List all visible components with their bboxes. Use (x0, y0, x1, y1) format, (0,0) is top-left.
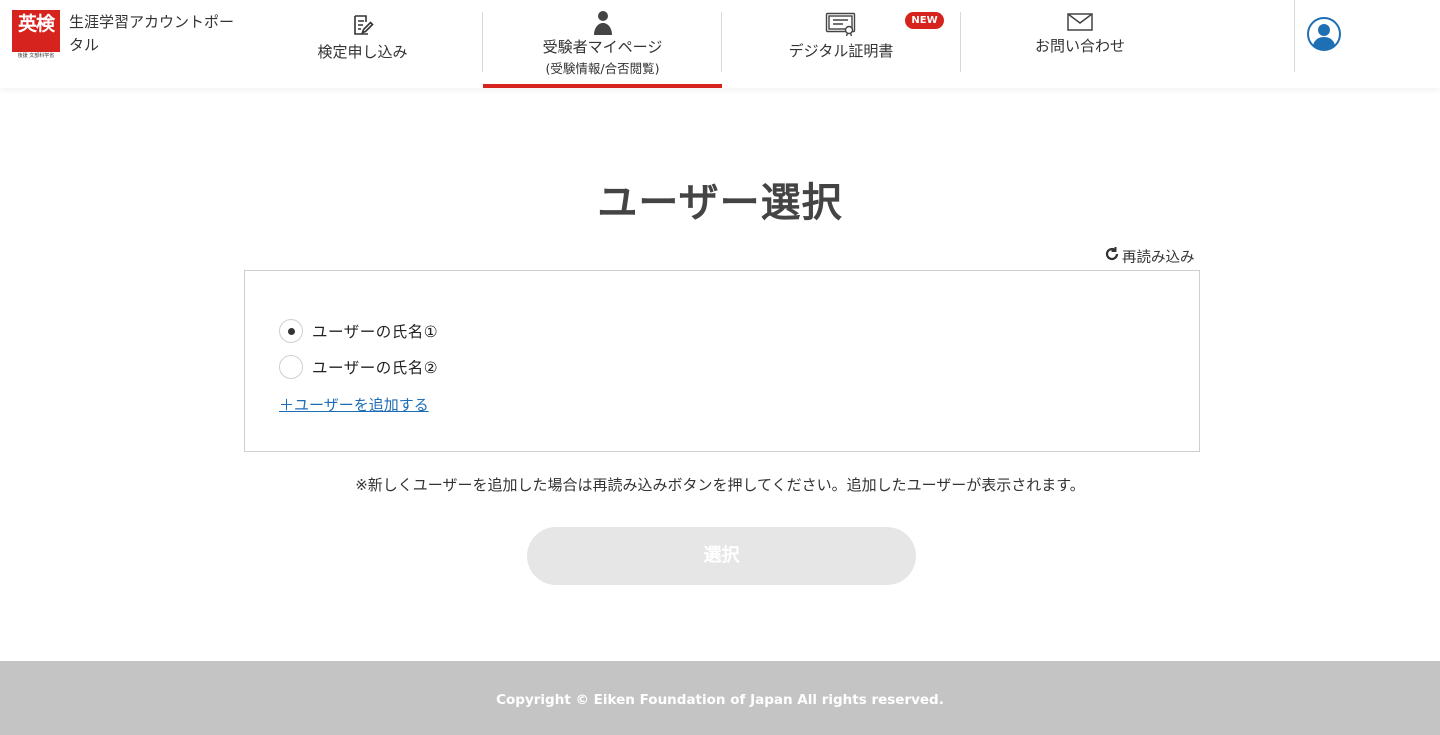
nav-apply-exam[interactable]: 検定申し込み (243, 0, 482, 88)
nav-label: 受験者マイページ (542, 38, 663, 56)
logo-text: 英検 (17, 13, 55, 35)
edit-icon (351, 13, 375, 41)
nav-examinee-mypage[interactable]: 受験者マイページ (受験情報/合否閲覧) (483, 0, 722, 88)
radio-button[interactable] (279, 355, 303, 379)
nav-label: 検定申し込み (317, 43, 408, 61)
user-option-2[interactable]: ユーザーの氏名② (279, 354, 438, 380)
radio-button[interactable] (279, 319, 303, 343)
user-name-label: ユーザーの氏名① (312, 323, 439, 341)
user-option-1[interactable]: ユーザーの氏名① (279, 318, 438, 344)
add-user-link[interactable]: ＋ユーザーを追加する (279, 394, 429, 415)
eiken-logo[interactable]: 英検 後援 文部科学省 (12, 10, 60, 60)
mail-icon (1067, 13, 1093, 35)
site-footer: Copyright © Eiken Foundation of Japan Al… (0, 661, 1440, 735)
logo-subtext: 後援 文部科学省 (12, 52, 60, 60)
nav-active-indicator (483, 84, 722, 88)
page-title: ユーザー選択 (597, 180, 843, 226)
nav-sublabel: (受験情報/合否閲覧) (545, 61, 660, 76)
user-selection-panel: ユーザーの氏名① ユーザーの氏名② ＋ユーザーを追加する (244, 270, 1200, 452)
nav-contact[interactable]: お問い合わせ (961, 0, 1199, 88)
nav-label: デジタル証明書 (788, 42, 894, 60)
reload-notice: ※新しくユーザーを追加した場合は再読み込みボタンを押してください。追加したユーザ… (355, 476, 1085, 494)
reload-icon (1104, 246, 1122, 266)
person-icon (593, 10, 613, 40)
user-avatar-icon[interactable] (1307, 17, 1341, 51)
nav-label: お問い合わせ (1034, 37, 1125, 55)
new-badge: NEW (905, 12, 944, 29)
reload-button[interactable]: 再読み込み (1104, 246, 1195, 266)
reload-label: 再読み込み (1122, 249, 1195, 266)
site-header: 英検 後援 文部科学省 生涯学習アカウントポータル 検定申し込み 受験者マイペー… (0, 0, 1440, 88)
select-button[interactable]: 選択 (527, 527, 916, 585)
copyright-text: Copyright © Eiken Foundation of Japan Al… (496, 692, 944, 708)
nav-divider (1294, 0, 1295, 72)
portal-title: 生涯学習アカウントポータル (69, 13, 235, 54)
certificate-icon (825, 12, 857, 40)
user-name-label: ユーザーの氏名② (312, 359, 439, 377)
